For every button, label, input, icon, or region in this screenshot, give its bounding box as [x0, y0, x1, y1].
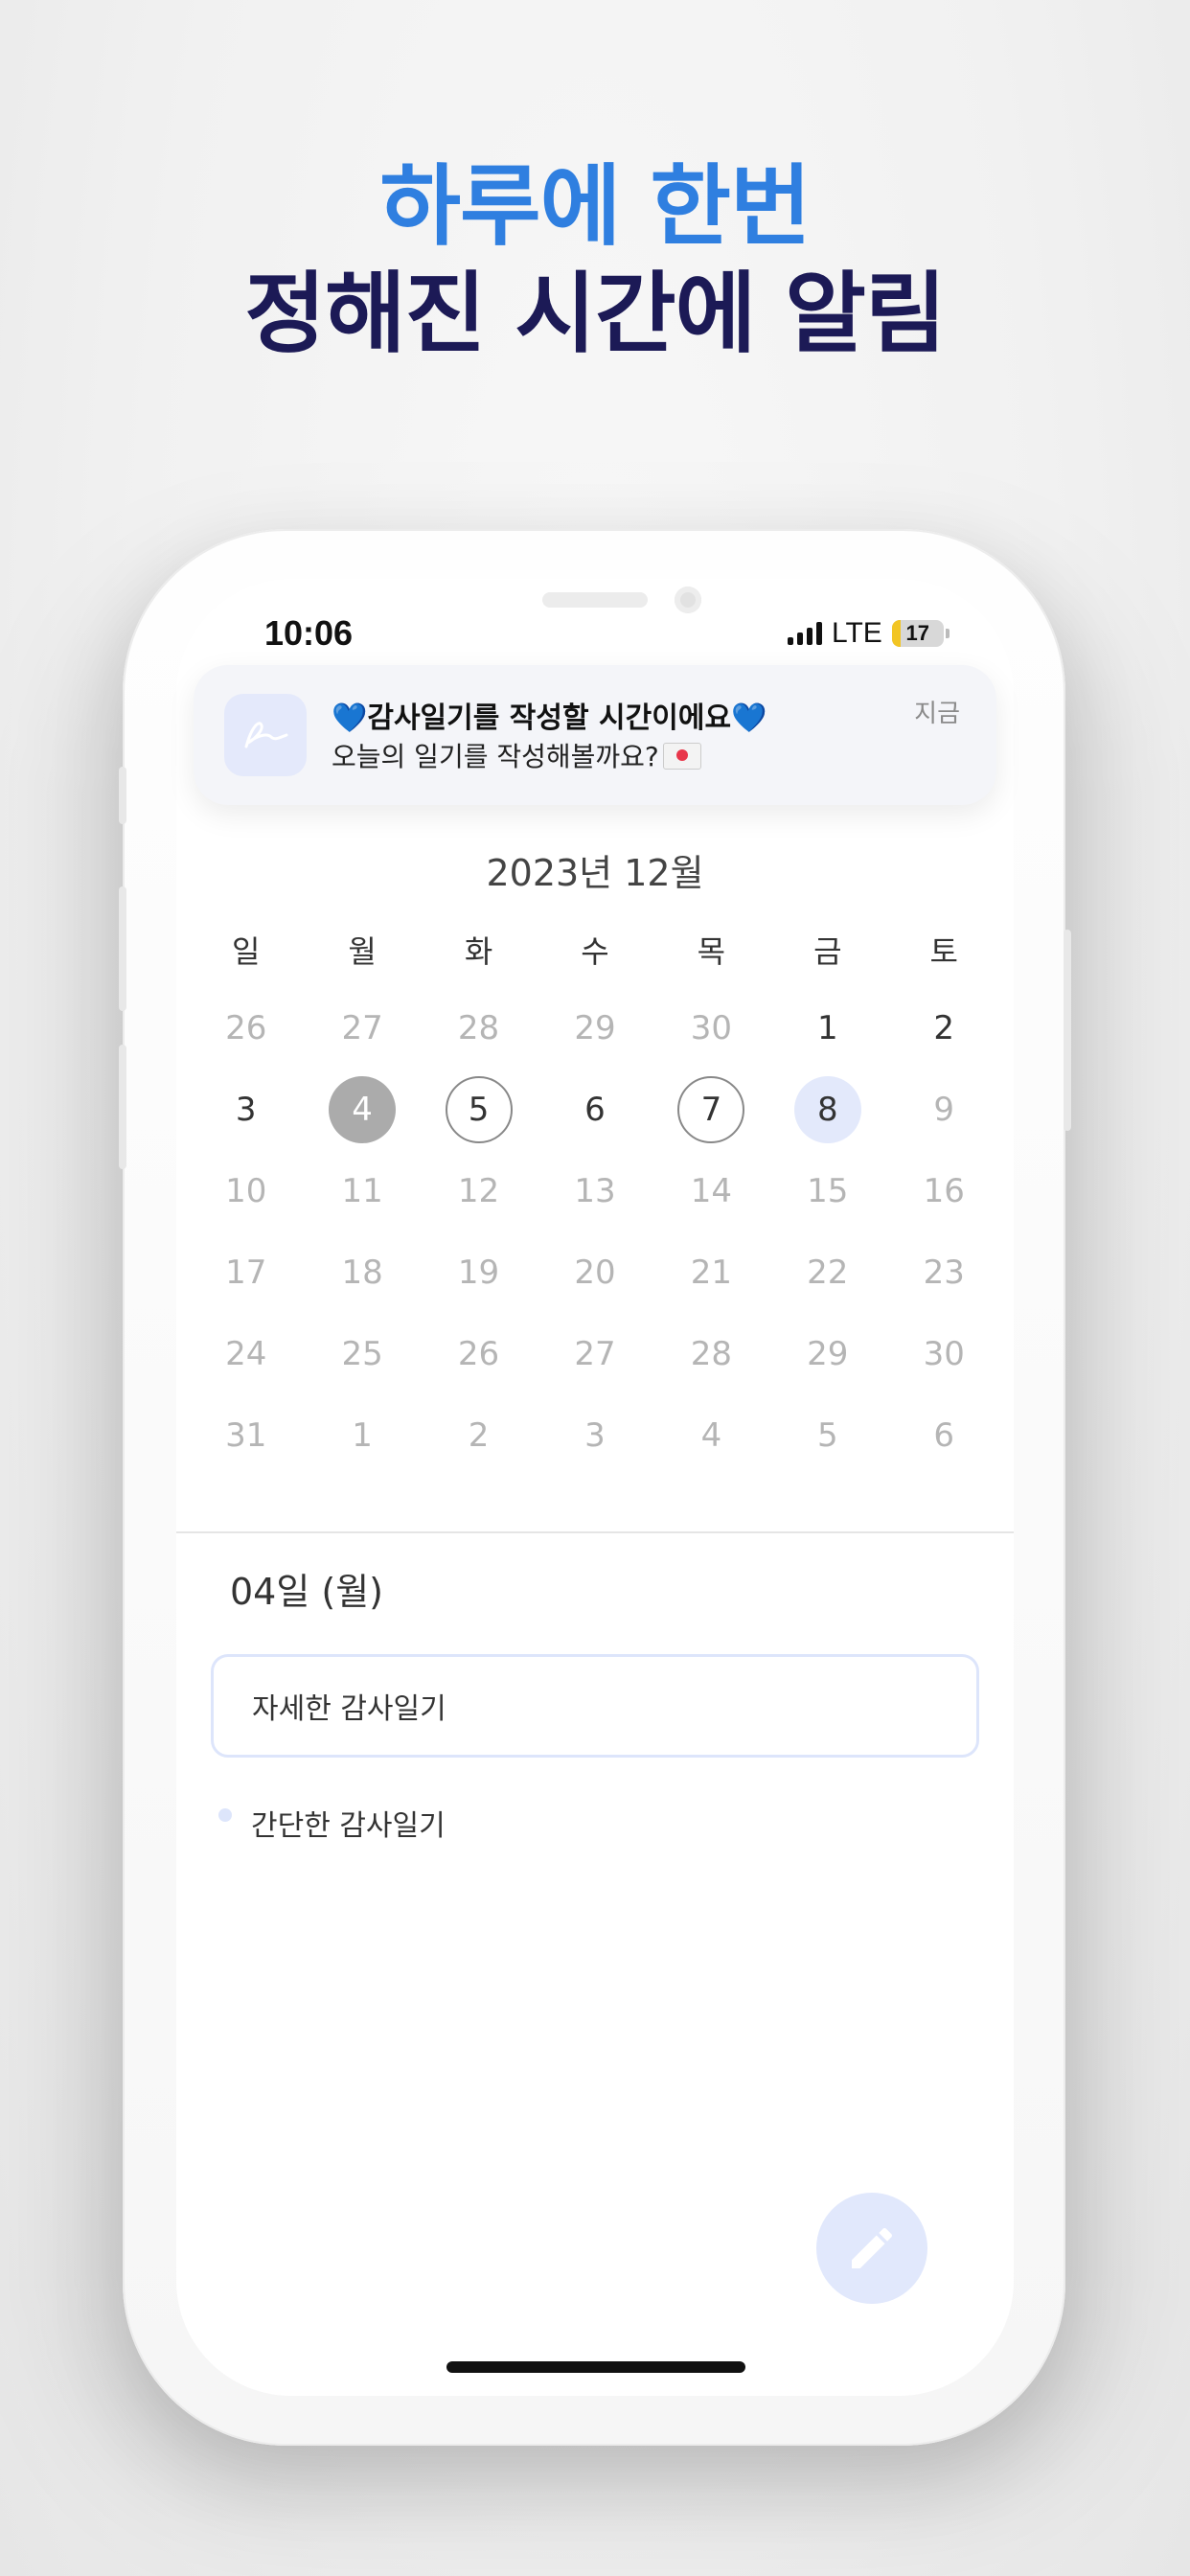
cellular-signal-icon: [788, 622, 822, 645]
calendar-day[interactable]: 29: [794, 1321, 861, 1388]
simple-diary-entry[interactable]: 간단한 감사일기: [218, 1802, 446, 1844]
calendar-day[interactable]: 10: [213, 1158, 280, 1225]
calendar-week-row: 3456789: [188, 1069, 1002, 1150]
signature-icon: [244, 722, 288, 748]
calendar-month-title[interactable]: 2023년 12월: [0, 843, 1190, 896]
pencil-icon: [852, 2227, 893, 2268]
notification-title-text: 감사일기를 작성할 시간이에요: [367, 702, 732, 735]
calendar-day[interactable]: 11: [329, 1158, 396, 1225]
weekday-sun: 일: [231, 933, 261, 970]
calendar-day[interactable]: 20: [561, 1239, 629, 1306]
calendar-week-row: 17 18 19 20 21 22 23: [188, 1231, 1002, 1313]
calendar-day[interactable]: 30: [910, 1321, 977, 1388]
status-indicators: LTE 17: [788, 617, 950, 650]
calendar-day[interactable]: 2: [446, 1402, 513, 1469]
home-indicator[interactable]: [446, 2361, 745, 2373]
notification-body: 오늘의 일기를 작성해볼까요?: [332, 736, 701, 774]
calendar-grid: 26 27 28 29 30 1 2 3 4 5 6 7 8 9 10 11 12 13 14 15 16 17 18 19 2…: [176, 987, 1014, 1476]
push-notification[interactable]: 💙감사일기를 작성할 시간이에요💙 오늘의 일기를 작성해볼까요? 지금: [194, 665, 996, 805]
calendar-day[interactable]: 28: [446, 995, 513, 1062]
weekday-tue: 화: [464, 933, 493, 970]
status-time: 10:06: [264, 613, 354, 653]
calendar-day[interactable]: 23: [910, 1239, 977, 1306]
volume-up-button: [119, 886, 126, 1011]
write-diary-button[interactable]: [816, 2193, 927, 2304]
calendar-day[interactable]: 17: [213, 1239, 280, 1306]
calendar-day[interactable]: 12: [446, 1158, 513, 1225]
calendar-day[interactable]: 2: [910, 995, 977, 1062]
calendar-day[interactable]: 13: [561, 1158, 629, 1225]
network-type: LTE: [832, 617, 882, 649]
battery-icon: 17: [891, 620, 944, 647]
weekday-mon: 월: [348, 933, 377, 970]
battery-fill: [891, 620, 901, 647]
front-camera: [675, 586, 701, 613]
headline-line-1: 하루에 한번: [379, 155, 811, 258]
calendar-day[interactable]: 5: [794, 1402, 861, 1469]
calendar-day[interactable]: 4: [329, 1075, 397, 1143]
calendar-day[interactable]: 27: [329, 995, 396, 1062]
calendar-day[interactable]: 14: [677, 1158, 744, 1225]
app-icon: [224, 694, 307, 776]
calendar-day[interactable]: 28: [677, 1321, 744, 1388]
volume-down-button: [119, 1045, 126, 1169]
selected-date-label: 04일 (월): [230, 1571, 384, 1613]
calendar-day[interactable]: 19: [446, 1239, 513, 1306]
calendar-day[interactable]: 21: [677, 1239, 744, 1306]
calendar-weekday-header: 일 월 화 수 목 금 토: [176, 928, 1014, 972]
notification-title: 💙감사일기를 작성할 시간이에요💙: [332, 694, 767, 736]
calendar-day[interactable]: 29: [561, 995, 629, 1062]
battery-percent: 17: [905, 621, 930, 645]
calendar-day[interactable]: 26: [213, 995, 280, 1062]
calendar-day[interactable]: 6: [910, 1402, 977, 1469]
calendar-day[interactable]: 4: [677, 1402, 744, 1469]
calendar-day[interactable]: 8: [793, 1075, 861, 1143]
simple-diary-label: 간단한 감사일기: [251, 1809, 446, 1843]
earpiece-speaker: [542, 592, 648, 608]
detailed-diary-entry[interactable]: 자세한 감사일기: [211, 1654, 979, 1758]
calendar-day[interactable]: 7: [677, 1075, 745, 1143]
calendar-day[interactable]: 5: [445, 1075, 513, 1143]
calendar-week-row: 24 25 26 27 28 29 30: [188, 1313, 1002, 1394]
calendar-day[interactable]: 9: [910, 1076, 977, 1143]
calendar-day[interactable]: 24: [213, 1321, 280, 1388]
battery-cap: [945, 629, 950, 638]
calendar-day[interactable]: 1: [329, 1402, 396, 1469]
notification-body-text: 오늘의 일기를 작성해볼까요?: [332, 741, 659, 772]
calendar-day[interactable]: 27: [561, 1321, 629, 1388]
calendar-day[interactable]: 31: [213, 1402, 280, 1469]
calendar-day[interactable]: 3: [561, 1402, 629, 1469]
power-button: [1064, 930, 1071, 1131]
calendar-day[interactable]: 18: [329, 1239, 396, 1306]
calendar-day[interactable]: 26: [446, 1321, 513, 1388]
calendar-day[interactable]: 25: [329, 1321, 396, 1388]
calendar-day[interactable]: 16: [910, 1158, 977, 1225]
calendar-week-row: 10 11 12 13 14 15 16: [188, 1150, 1002, 1231]
promo-headline: 하루에 한번 정해진 시간에 알림: [0, 153, 1190, 368]
blue-heart-icon: 💙: [731, 702, 767, 735]
calendar-day[interactable]: 1: [794, 995, 861, 1062]
calendar-day[interactable]: 22: [794, 1239, 861, 1306]
headline-line-2: 정해진 시간에 알림: [244, 263, 946, 365]
calendar-week-row: 26 27 28 29 30 1 2: [188, 987, 1002, 1069]
weekday-fri: 금: [813, 933, 842, 970]
calendar-week-row: 31 1 2 3 4 5 6: [188, 1394, 1002, 1476]
love-letter-icon: [662, 743, 701, 770]
bullet-dot: [218, 1808, 232, 1822]
calendar-day[interactable]: 3: [213, 1076, 280, 1143]
weekday-sat: 토: [929, 933, 958, 970]
calendar-day[interactable]: 6: [561, 1076, 629, 1143]
calendar-day[interactable]: 30: [677, 995, 744, 1062]
weekday-thu: 목: [697, 933, 726, 970]
section-divider: [176, 1531, 1014, 1533]
notification-time: 지금: [914, 700, 960, 728]
mute-switch: [119, 767, 126, 824]
calendar-day[interactable]: 15: [794, 1158, 861, 1225]
weekday-wed: 수: [581, 933, 609, 970]
blue-heart-icon: 💙: [332, 702, 368, 735]
